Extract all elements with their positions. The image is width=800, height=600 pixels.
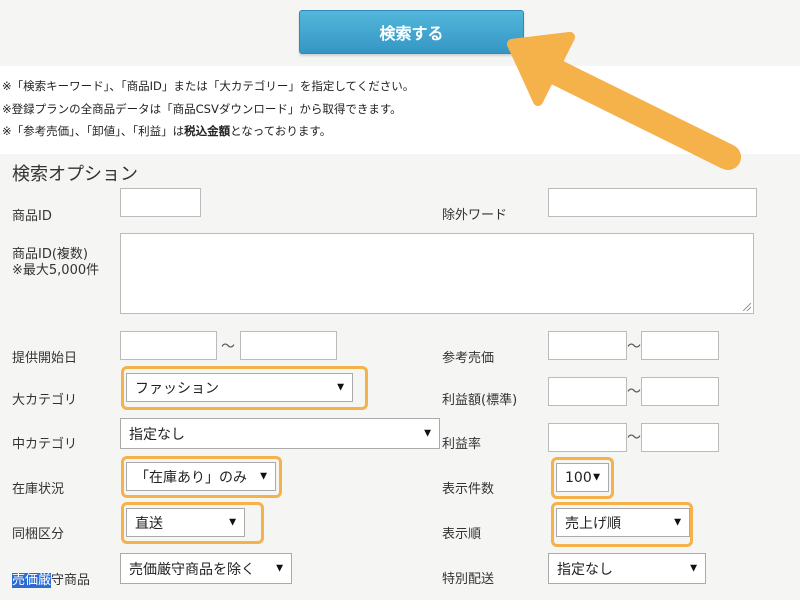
chevron-down-icon: ▼ [276,563,283,573]
price-guard-value: 売価厳守商品を除く [129,561,255,578]
category-mid-label: 中カテゴリ [12,437,78,452]
profit-rate-tilde: ～ [627,430,641,446]
highlight-box [551,457,614,499]
profit-amount-to-input[interactable] [641,377,719,406]
start-date-label: 提供開始日 [12,351,78,366]
profit-rate-from-input[interactable] [548,423,627,452]
highlight-box [551,502,693,547]
profit-amount-from-input[interactable] [548,377,627,406]
profit-rate-to-input[interactable] [641,423,719,452]
exclude-word-label: 除外ワード [442,208,508,223]
per-page-label: 表示件数 [442,482,495,497]
stock-label: 在庫状況 [12,482,65,497]
ref-price-from-input[interactable] [548,331,627,360]
profit-amount-tilde: ～ [627,384,641,400]
note-line-3-prefix: ※「参考売価」、「卸値」、「利益」は [2,124,185,138]
price-guard-label-selected: 売価厳 [12,573,52,588]
note-line-2: ※登録プランの全商品データは「商品CSVダウンロード」から取得できます。 [2,102,402,116]
note-line-3-bold: 税込金額 [184,124,231,138]
options-title: 検索オプション [12,164,138,185]
ref-price-label: 参考売価 [442,351,495,366]
chevron-down-icon: ▼ [424,428,431,438]
multi-id-textarea[interactable] [120,233,754,314]
highlight-box [121,502,264,544]
product-id-label: 商品ID [12,209,52,224]
search-button[interactable]: 検索する [299,10,524,54]
resize-handle[interactable] [743,303,751,311]
chevron-down-icon: ▼ [690,563,697,573]
start-date-from-input[interactable] [120,331,217,360]
order-label: 表示順 [442,527,482,542]
category-large-label: 大カテゴリ [12,393,78,408]
category-mid-value: 指定なし [129,426,185,443]
highlight-box [121,456,282,498]
price-guard-select[interactable]: 売価厳守商品を除く ▼ [120,553,292,584]
profit-rate-label: 利益率 [442,437,482,452]
note-line-3: ※「参考売価」、「卸値」、「利益」は税込金額となっております。 [2,123,331,139]
notes-panel: ※「検索キーワード」、「商品ID」または「大カテゴリー」を指定してください。 ※… [0,66,800,154]
profit-amount-label: 利益額(標準) [442,393,518,408]
special-ship-value: 指定なし [557,561,613,578]
ref-price-tilde: ～ [627,339,641,355]
highlight-box [121,366,368,410]
price-guard-label-rest: 守商品 [51,573,91,588]
special-ship-label: 特別配送 [442,572,495,587]
special-ship-select[interactable]: 指定なし ▼ [548,553,706,584]
start-date-to-input[interactable] [240,331,337,360]
note-line-1: ※「検索キーワード」、「商品ID」または「大カテゴリー」を指定してください。 [2,79,415,93]
category-mid-select[interactable]: 指定なし ▼ [120,418,440,449]
multi-id-sublabel: ※最大5,000件 [12,263,100,278]
note-line-3-suffix: となっております。 [230,124,332,138]
ref-price-to-input[interactable] [641,331,719,360]
start-date-tilde: ～ [221,339,235,355]
price-guard-label: 売価厳守商品 [12,569,90,588]
exclude-word-input[interactable] [548,188,757,217]
bundle-label: 同梱区分 [12,527,65,542]
product-id-input[interactable] [120,188,201,217]
